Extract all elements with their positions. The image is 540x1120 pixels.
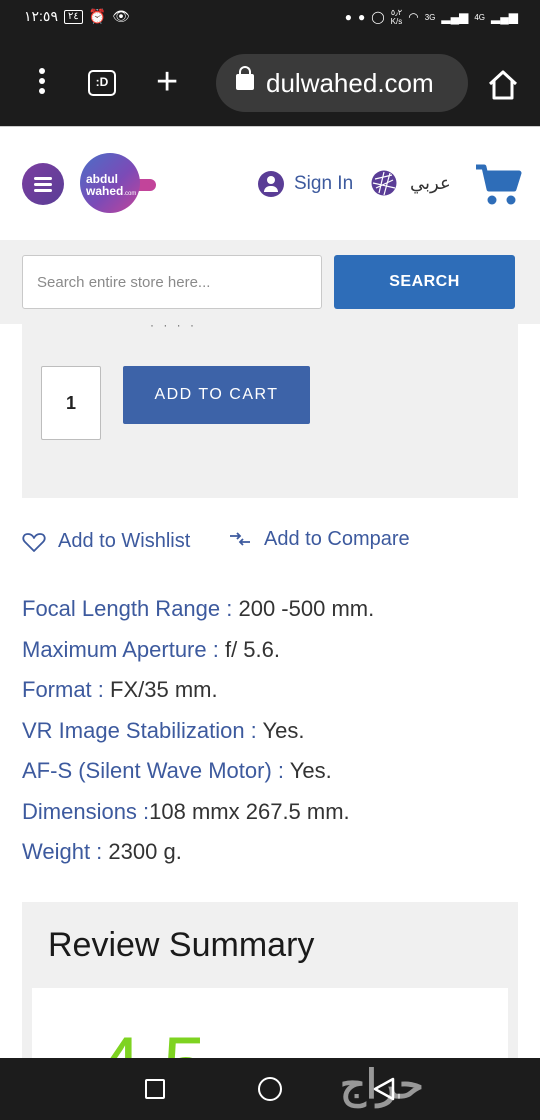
signal-icon: ▂▄▆ (441, 10, 469, 24)
system-navigation-bar: حراج (0, 1058, 540, 1120)
search-input[interactable] (22, 255, 322, 309)
spec-label: Focal Length Range : (22, 596, 239, 621)
language-switch[interactable]: عربي (370, 169, 451, 197)
cut-off-text-fragment: · · · · (150, 318, 197, 332)
alarm-icon: ⏰ (88, 8, 107, 24)
browser-toolbar: :D + dulwahed.com (0, 38, 540, 126)
user-icon (258, 171, 284, 197)
snapchat-icon-2: ● (357, 10, 366, 24)
clock: ١٢:٥٩ (24, 8, 58, 24)
lock-icon (236, 66, 254, 90)
network-speed-unit: K/s (390, 17, 403, 26)
logo-suffix: .com (123, 191, 137, 197)
wifi-icon: ◠ (408, 10, 419, 24)
sign-in-link[interactable]: Sign In (258, 171, 353, 197)
spec-value: 200 -500 mm. (238, 596, 375, 621)
add-to-cart-panel: · · · · ADD TO CART (22, 318, 518, 498)
spec-af-s: AF-S (Silent Wave Motor) : Yes. (22, 754, 522, 795)
compare-icon (230, 531, 250, 546)
language-label: عربي (410, 172, 451, 193)
spec-value: Yes. (262, 717, 305, 743)
recent-apps-icon[interactable] (145, 1079, 165, 1099)
eye-icon: 👁 (112, 8, 130, 24)
cart-icon[interactable] (474, 161, 522, 207)
heart-icon (22, 532, 46, 552)
spec-weight: Weight : 2300 g. (22, 835, 522, 876)
globe-icon (371, 170, 397, 196)
address-bar[interactable]: dulwahed.com (216, 54, 468, 112)
signal-3g-label: 3G (424, 12, 436, 22)
compare-label: Add to Compare (264, 528, 410, 550)
spec-value: Yes. (289, 758, 332, 783)
haraj-watermark: حراج (340, 1063, 424, 1107)
spec-value: FX/35 mm. (110, 677, 218, 702)
spec-label: Format : (22, 677, 111, 702)
url-text: dulwahed.com (266, 68, 434, 98)
spec-value: 2300 g. (108, 839, 182, 864)
hamburger-menu-button[interactable] (22, 163, 64, 205)
sign-in-label: Sign In (294, 173, 354, 194)
signal-4g-label: 4G (474, 12, 486, 22)
add-to-compare-link[interactable]: Add to Compare (228, 528, 410, 551)
spec-format: Format : FX/35 mm. (22, 673, 522, 714)
spec-label: Weight : (22, 839, 109, 864)
spec-label: Maximum Aperture : (22, 636, 225, 662)
network-speed: ٥٫٢ K/s (391, 8, 403, 26)
network-speed-value: ٥٫٢ (390, 8, 403, 17)
new-tab-icon[interactable]: + (156, 60, 178, 104)
spec-max-aperture: Maximum Aperture : f/ 5.6. (22, 633, 522, 674)
status-left: ١٢:٥٩ ٢٤ ⏰ 👁 (24, 8, 130, 25)
spec-vr-stabilization: VR Image Stabilization : Yes. (22, 714, 522, 755)
product-specs: Focal Length Range : 200 -500 mm. Maximu… (22, 592, 522, 876)
home-icon[interactable] (486, 68, 520, 102)
quantity-input[interactable] (41, 366, 101, 440)
battery-icon: ٢٤ (63, 9, 83, 24)
status-bar: ١٢:٥٩ ٢٤ ⏰ 👁 ● ● ◯ ٥٫٢ K/s ◠ 3G ▂▄▆ 4G ▂… (0, 0, 540, 38)
whatsapp-icon: ◯ (371, 10, 385, 24)
status-right: ● ● ◯ ٥٫٢ K/s ◠ 3G ▂▄▆ 4G ▂▄▆ (345, 8, 518, 26)
wishlist-label: Add to Wishlist (58, 530, 191, 552)
home-nav-icon[interactable] (258, 1077, 282, 1101)
spec-label: AF-S (Silent Wave Motor) : (22, 758, 290, 783)
spec-value: 108 mmx 267.5 mm. (149, 798, 350, 824)
site-header: abdul wahed.com Sign In عربي (0, 126, 540, 240)
more-menu-icon[interactable] (36, 68, 48, 98)
add-to-cart-button[interactable]: ADD TO CART (123, 366, 310, 424)
tab-switcher-button[interactable]: :D (88, 70, 116, 96)
search-bar: SEARCH (0, 240, 540, 324)
spec-dimensions: Dimensions :108 mmx 267.5 mm. (22, 795, 522, 836)
review-summary-panel: Review Summary 4.5 (22, 902, 518, 1078)
snapchat-icon: ● (344, 10, 352, 24)
product-actions: Add to Wishlist Add to Compare (22, 528, 522, 560)
add-to-wishlist-link[interactable]: Add to Wishlist (22, 530, 190, 553)
spec-label: Dimensions : (22, 798, 150, 824)
spec-value: f/ 5.6. (224, 636, 280, 662)
spec-label: VR Image Stabilization : (22, 717, 263, 743)
signal-icon-2: ▂▄▆ (491, 10, 518, 24)
search-button[interactable]: SEARCH (334, 255, 515, 309)
site-logo[interactable]: abdul wahed.com (80, 153, 140, 213)
logo-line2: wahed (86, 184, 124, 198)
review-summary-title: Review Summary (48, 926, 315, 964)
spec-focal-length: Focal Length Range : 200 -500 mm. (22, 592, 522, 633)
